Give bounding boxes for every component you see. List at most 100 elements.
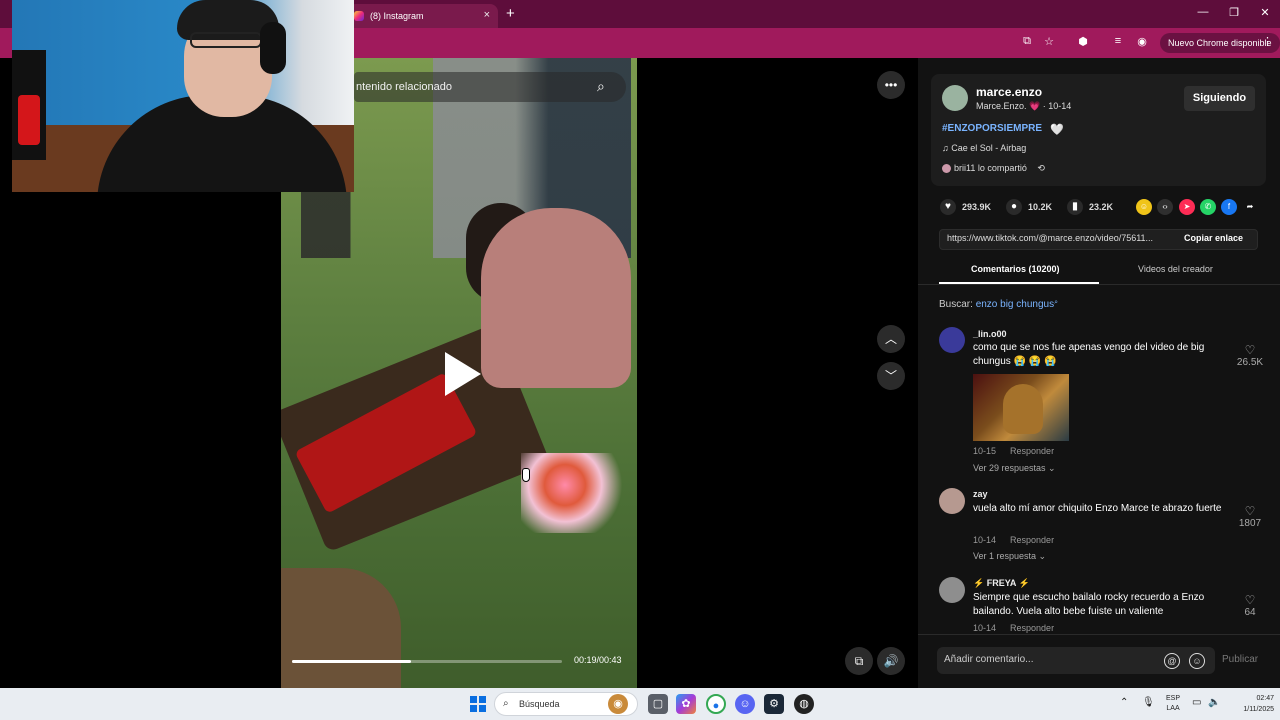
heart-outline-icon: ♡ — [1244, 504, 1256, 518]
reply-button[interactable]: Responder — [1010, 623, 1054, 633]
emoji-share-icon[interactable]: ☺ — [1136, 199, 1152, 215]
video-time: 00:19/00:43 — [574, 655, 622, 665]
comment-like-count: 26.5K — [1236, 357, 1264, 368]
following-button[interactable]: Siguiendo — [1184, 86, 1255, 111]
reading-list-icon[interactable]: ≡ — [1111, 35, 1125, 47]
tab-comments[interactable]: Comentarios (10200) — [971, 264, 1060, 274]
profile-avatar-icon[interactable]: ◉ — [1135, 35, 1149, 48]
discord-icon[interactable]: ☺ — [735, 694, 755, 714]
comment-like-count: 1807 — [1238, 518, 1262, 529]
comment-image[interactable] — [973, 374, 1069, 441]
browser-tab-instagram[interactable]: (8) Instagram × — [348, 4, 498, 28]
creator-username[interactable]: marce.enzo — [976, 85, 1042, 99]
send-icon[interactable]: ➤ — [1179, 199, 1195, 215]
tray-overflow-icon[interactable]: ⌃ — [1120, 697, 1128, 708]
close-window-button[interactable]: ✕ — [1257, 6, 1273, 19]
clock-time: 02:47 — [1256, 695, 1274, 702]
publish-button[interactable]: Publicar — [1222, 654, 1258, 665]
bookmark-star-icon[interactable]: ☆ — [1042, 35, 1056, 48]
install-app-icon[interactable]: ⧉ — [1020, 35, 1034, 48]
search-icon[interactable]: ⌕ — [597, 78, 605, 95]
tab-close-icon[interactable]: × — [484, 9, 490, 21]
search-suggestion[interactable]: Buscar: enzo big chungus⌕ — [939, 299, 1058, 310]
view-replies-button[interactable]: Ver 29 respuestas ⌄ — [973, 463, 1056, 474]
repost-icon: ⟲ — [1037, 163, 1045, 173]
previous-video-button[interactable]: ︿ — [877, 325, 905, 353]
more-options-button[interactable]: ••• — [877, 71, 905, 99]
new-tab-button[interactable]: + — [506, 5, 515, 22]
minimize-button[interactable]: — — [1195, 6, 1211, 18]
input-language-layout: LAA — [1166, 705, 1180, 712]
network-icon[interactable]: ▭ — [1192, 697, 1201, 708]
next-video-button[interactable]: ﹀ — [877, 362, 905, 390]
extensions-icon[interactable]: ⬢ — [1076, 35, 1090, 48]
heart-icon: ♥ — [940, 199, 956, 215]
taskbar-clock[interactable]: 02:47 1/11/2025 — [1224, 693, 1274, 715]
search-suggestion-prefix: Buscar: — [939, 299, 973, 310]
task-view-icon[interactable]: ▢ — [648, 694, 668, 714]
comment-meta: 10-15 Responder — [973, 446, 1068, 456]
emoji-icon[interactable]: ☺ — [1189, 653, 1205, 669]
tab-creator-videos[interactable]: Videos del creador — [1138, 264, 1213, 274]
reply-button[interactable]: Responder — [1010, 535, 1054, 545]
music-track[interactable]: ♫ Cae el Sol - Airbag — [942, 143, 1026, 153]
shared-by-avatar — [942, 164, 951, 174]
steam-icon[interactable]: ⚙ — [764, 694, 784, 714]
copilot-icon[interactable]: ✿ — [676, 694, 696, 714]
input-language[interactable]: ESP LAA — [1166, 694, 1180, 714]
heart-outline-icon: ♡ — [1244, 343, 1256, 357]
comment-avatar[interactable] — [939, 577, 965, 603]
comment-input-placeholder: Añadir comentario... — [944, 654, 1034, 665]
comment-avatar[interactable] — [939, 488, 965, 514]
webcam-headset — [260, 22, 286, 74]
save-stat[interactable]: ▮ 23.2K — [1067, 199, 1113, 215]
whatsapp-icon[interactable]: ✆ — [1200, 199, 1216, 215]
like-stat[interactable]: ♥ 293.9K — [940, 199, 991, 215]
video-progress-fill — [292, 660, 411, 663]
tab-divider — [918, 284, 1280, 285]
like-count: 293.9K — [962, 202, 992, 212]
windows-start-icon[interactable] — [470, 696, 486, 712]
comment-like[interactable]: ♡ 26.5K — [1230, 343, 1270, 368]
comment-username[interactable]: _lin.o00 — [973, 329, 1007, 339]
widgets-icon[interactable]: ◉ — [608, 694, 628, 714]
tab-title: (8) Instagram — [370, 11, 424, 21]
comment-stat[interactable]: ● 10.2K — [1006, 199, 1052, 215]
comment-like-count: 64 — [1244, 607, 1256, 618]
app-icon[interactable]: ◍ — [794, 694, 814, 714]
comment-like[interactable]: ♡ 64 — [1230, 593, 1270, 618]
speaker-icon[interactable]: 🔈 — [1208, 697, 1220, 708]
search-icon: ⌕ — [503, 698, 509, 709]
floating-player-button[interactable]: ⧉ — [845, 647, 873, 675]
embed-icon[interactable]: ‹› — [1157, 199, 1173, 215]
white-heart-emoji: 🤍 — [1050, 124, 1064, 136]
mention-icon[interactable]: @ — [1164, 653, 1180, 669]
video-progress-bar[interactable] — [292, 660, 562, 663]
comment-username[interactable]: zay — [973, 489, 988, 499]
search-suggestion-query[interactable]: enzo big chungus — [976, 299, 1054, 310]
view-replies-button[interactable]: Ver 1 respuesta ⌄ — [973, 551, 1046, 562]
share-link-text[interactable]: https://www.tiktok.com/@marce.enzo/video… — [947, 233, 1172, 243]
play-icon[interactable] — [445, 352, 481, 396]
maximize-button[interactable]: ❐ — [1226, 6, 1242, 19]
reply-button[interactable]: Responder — [1010, 446, 1054, 456]
comment-like[interactable]: ♡ 1807 — [1230, 504, 1270, 529]
volume-icon[interactable]: 🔊 — [877, 647, 905, 675]
comment-avatar[interactable] — [939, 327, 965, 353]
comment-text: vuela alto mí amor chiquito Enzo Marce t… — [973, 503, 1222, 514]
share-arrow-icon[interactable]: ➦ — [1242, 199, 1258, 215]
browser-menu-icon[interactable]: ⋮ — [1262, 35, 1273, 48]
video-dirt — [281, 568, 401, 688]
facebook-icon[interactable]: f — [1221, 199, 1237, 215]
instagram-icon — [354, 11, 364, 21]
related-search-input[interactable]: ntenido relacionado — [354, 72, 626, 102]
chrome-icon[interactable]: ● — [706, 694, 726, 714]
heart-outline-icon: ♡ — [1244, 593, 1256, 607]
creator-avatar[interactable] — [942, 85, 968, 111]
search-suggestion-icon: ⌕ — [1054, 299, 1059, 306]
webcam-overlay — [12, 0, 354, 192]
hashtag-link[interactable]: #ENZOPORSIEMPRE — [942, 123, 1042, 134]
copy-link-button[interactable]: Copiar enlace — [1184, 233, 1243, 243]
comment-username[interactable]: ⚡ FREYA ⚡ — [973, 578, 1030, 589]
microphone-icon[interactable]: 🎙 — [1142, 697, 1155, 708]
